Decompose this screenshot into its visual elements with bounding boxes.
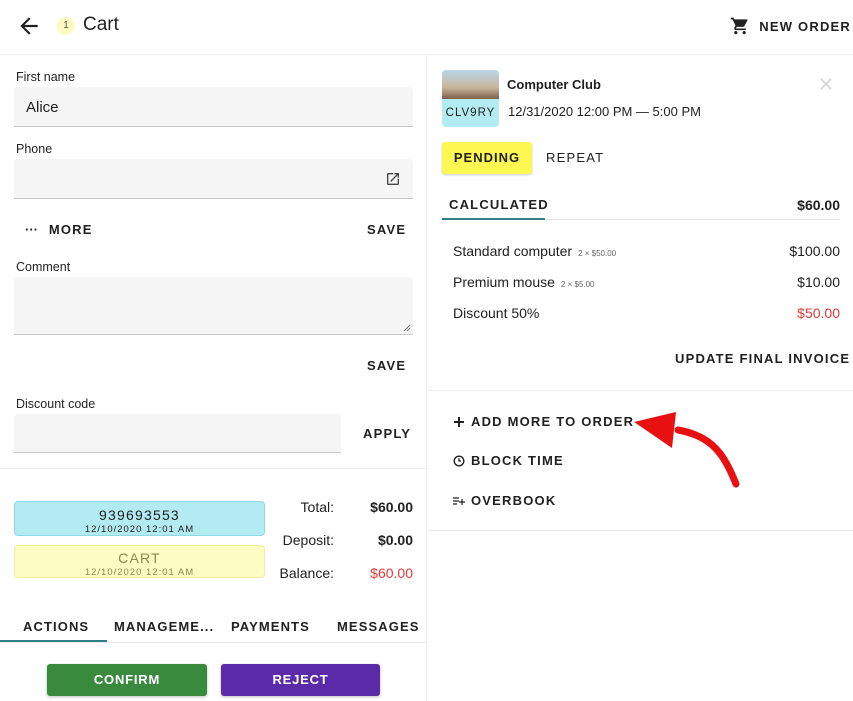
total-label: Total: [300, 499, 334, 515]
overbook-label: OVERBOOK [471, 493, 557, 508]
open-external-icon[interactable] [385, 171, 401, 187]
line-item-detail: 2 × $50.00 [578, 249, 617, 258]
venue-thumbnail: CLV9RY [442, 70, 499, 127]
venue-image [442, 70, 499, 99]
tabs-divider [0, 642, 427, 643]
customer-panel: First name Alice Phone ··· MORE SAVE Com… [0, 55, 427, 701]
order-number: 939693553 [99, 507, 180, 523]
plus-icon [454, 416, 464, 427]
line-item-name: Standard computer [453, 243, 573, 259]
venue-name: Computer Club [507, 77, 601, 92]
add-more-to-order-button[interactable]: ADD MORE TO ORDER [453, 414, 634, 429]
order-number-time: 12/10/2020 12:01 AM [84, 524, 195, 535]
add-more-label: ADD MORE TO ORDER [471, 414, 635, 429]
tab-management[interactable]: MANAGEME... [114, 619, 214, 634]
line-item-premium-mouse: Premium mouse 2 × $5.00 [453, 274, 595, 290]
balance-value: $60.00 [370, 565, 413, 581]
phone-label: Phone [16, 142, 53, 156]
booking-panel: CLV9RY Computer Club 12/31/2020 12:00 PM… [428, 55, 853, 701]
reject-button[interactable]: REJECT [221, 664, 380, 696]
cart-count-badge: 1 [57, 17, 75, 35]
repeat-button[interactable]: REPEAT [546, 150, 604, 165]
section-divider [428, 530, 853, 531]
order-status-chip[interactable]: CART 12/10/2020 12:01 AM [14, 545, 265, 578]
booking-code: CLV9RY [442, 99, 499, 127]
list-add-icon [453, 496, 465, 505]
calculated-total: $60.00 [797, 197, 840, 213]
first-name-value: Alice [26, 99, 59, 116]
more-label: MORE [48, 222, 93, 237]
line-item-amount: $10.00 [797, 274, 840, 290]
overbook-button[interactable]: OVERBOOK [453, 493, 556, 508]
cart-icon [731, 17, 748, 35]
line-item-detail: 2 × $5.00 [560, 280, 595, 289]
tab-payments[interactable]: PAYMENTS [231, 619, 310, 634]
app-header: 1 Cart NEW ORDER [0, 0, 853, 55]
phone-field[interactable] [14, 159, 413, 199]
tab-messages[interactable]: MESSAGES [337, 619, 419, 634]
save-contact-button[interactable]: SAVE [367, 222, 406, 237]
total-value: $60.00 [370, 499, 413, 515]
block-time-label: BLOCK TIME [471, 453, 564, 468]
confirm-button[interactable]: CONFIRM [47, 664, 207, 696]
save-comment-button[interactable]: SAVE [367, 358, 406, 373]
new-order-button[interactable]: NEW ORDER [729, 16, 851, 36]
more-dots-icon: ··· [25, 222, 38, 237]
tab-actions[interactable]: ACTIONS [23, 619, 89, 634]
more-button[interactable]: ··· MORE [25, 222, 93, 237]
line-item-discount: Discount 50% [453, 305, 539, 321]
line-item-name: Premium mouse [453, 274, 555, 290]
deposit-value: $0.00 [377, 532, 413, 548]
first-name-label: First name [16, 70, 76, 84]
comment-textarea[interactable] [14, 277, 413, 335]
new-order-label: NEW ORDER [759, 18, 851, 34]
line-item-amount: $50.00 [797, 305, 840, 321]
close-icon[interactable] [819, 77, 833, 91]
resize-handle-icon[interactable] [403, 324, 411, 332]
back-arrow-icon[interactable] [16, 13, 42, 39]
booking-time: 12/31/2020 12:00 PM — 5:00 PM [508, 104, 701, 119]
section-divider [0, 468, 427, 469]
tab-calculated[interactable]: CALCULATED [449, 197, 549, 212]
order-status: CART [118, 550, 161, 566]
deposit-label: Deposit: [282, 532, 334, 548]
discount-code-field[interactable] [14, 414, 341, 453]
line-item-standard-computer: Standard computer 2 × $50.00 [453, 243, 616, 259]
line-item-name: Discount 50% [453, 305, 540, 321]
clock-icon [453, 454, 465, 467]
pending-status-button[interactable]: PENDING [442, 142, 532, 174]
first-name-field[interactable]: Alice [14, 87, 413, 127]
order-status-time: 12/10/2020 12:01 AM [84, 567, 195, 578]
calc-divider [545, 219, 840, 220]
calculated-tab-indicator [442, 218, 545, 220]
balance-label: Balance: [279, 565, 334, 581]
apply-discount-button[interactable]: APPLY [363, 426, 411, 441]
section-divider [428, 390, 853, 391]
update-final-invoice-button[interactable]: UPDATE FINAL INVOICE [675, 351, 850, 366]
discount-label: Discount code [16, 397, 96, 411]
block-time-button[interactable]: BLOCK TIME [453, 453, 564, 468]
order-number-chip[interactable]: 939693553 12/10/2020 12:01 AM [14, 501, 265, 536]
comment-label: Comment [16, 260, 71, 274]
line-item-amount: $100.00 [789, 243, 840, 259]
page-title: Cart [83, 14, 119, 35]
